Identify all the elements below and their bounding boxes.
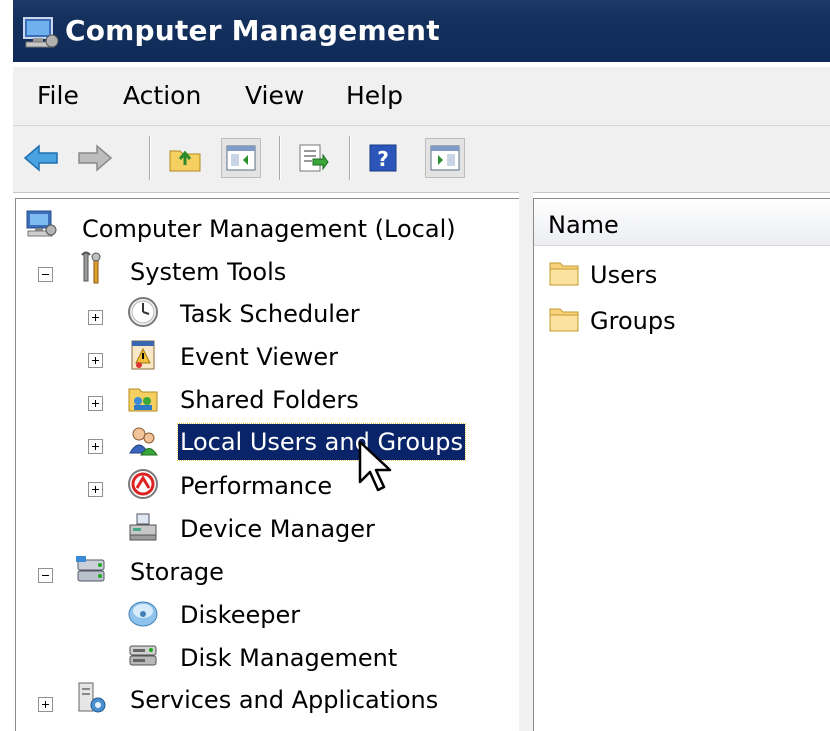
toolbar: ? xyxy=(13,126,830,193)
expand-icon[interactable] xyxy=(38,697,53,712)
folder-icon xyxy=(548,305,580,337)
window: Computer Management File Action View Hel… xyxy=(13,0,830,731)
toolbar-separator xyxy=(349,136,351,180)
disk-management-icon xyxy=(126,639,160,673)
expand-icon[interactable] xyxy=(88,482,103,497)
device-manager-icon xyxy=(126,510,160,544)
expand-icon[interactable] xyxy=(88,353,103,368)
tree-item-shared-folders[interactable]: Shared Folders xyxy=(178,382,361,418)
tree-item-performance[interactable]: Performance xyxy=(178,468,334,504)
tree-item-services-and-applications[interactable]: Services and Applications xyxy=(128,682,440,718)
tree-item-event-viewer[interactable]: Event Viewer xyxy=(178,339,340,375)
list-item-label: Groups xyxy=(590,307,676,335)
show-hide-console-tree-icon[interactable] xyxy=(221,138,261,178)
event-viewer-icon xyxy=(126,338,160,372)
list-item-label: Users xyxy=(590,261,658,289)
menu-help[interactable]: Help xyxy=(346,81,403,110)
window-title: Computer Management xyxy=(65,14,440,47)
show-hide-action-pane-icon[interactable] xyxy=(425,138,465,178)
console-tree: Computer Management (Local) System Tools… xyxy=(15,198,520,731)
list-item[interactable]: Groups xyxy=(548,301,678,341)
mouse-cursor-icon xyxy=(358,440,394,498)
help-icon[interactable]: ? xyxy=(363,138,403,178)
menu-file[interactable]: File xyxy=(37,81,79,110)
title-bar[interactable]: Computer Management xyxy=(13,0,830,62)
menu-bar: File Action View Help xyxy=(13,66,830,126)
tree-item-device-manager[interactable]: Device Manager xyxy=(178,511,377,547)
collapse-icon[interactable] xyxy=(38,267,53,282)
column-header-name[interactable]: Name xyxy=(534,199,830,246)
computer-management-icon xyxy=(24,207,58,241)
tree-item-task-scheduler[interactable]: Task Scheduler xyxy=(178,296,362,332)
expand-icon[interactable] xyxy=(88,396,103,411)
list-item[interactable]: Users xyxy=(548,255,659,295)
results-pane: Name Users Groups xyxy=(533,198,830,731)
menu-view[interactable]: View xyxy=(245,81,304,110)
task-scheduler-icon xyxy=(126,295,160,329)
back-arrow-icon[interactable] xyxy=(21,138,61,178)
tree-item-storage[interactable]: Storage xyxy=(128,554,226,590)
shared-folders-icon xyxy=(126,381,160,415)
performance-icon xyxy=(126,467,160,501)
expand-icon[interactable] xyxy=(88,439,103,454)
export-list-icon[interactable] xyxy=(293,138,333,178)
system-tools-icon xyxy=(74,251,108,285)
folder-icon xyxy=(548,259,580,291)
pane-splitter[interactable] xyxy=(519,192,533,731)
forward-arrow-icon[interactable] xyxy=(75,138,115,178)
menu-action[interactable]: Action xyxy=(123,81,201,110)
local-users-groups-icon xyxy=(126,424,160,458)
toolbar-separator xyxy=(279,136,281,180)
expand-icon[interactable] xyxy=(88,310,103,325)
tree-item-local-users-and-groups[interactable]: Local Users and Groups xyxy=(176,423,467,461)
svg-text:?: ? xyxy=(377,147,389,171)
computer-management-icon xyxy=(21,16,59,54)
collapse-icon[interactable] xyxy=(38,568,53,583)
tree-item-diskeeper[interactable]: Diskeeper xyxy=(178,597,302,633)
tree-item-system-tools[interactable]: System Tools xyxy=(128,254,288,290)
toolbar-separator xyxy=(149,136,151,180)
services-applications-icon xyxy=(74,681,108,715)
tree-item-computer-management-local[interactable]: Computer Management (Local) xyxy=(80,211,458,247)
tree-item-disk-management[interactable]: Disk Management xyxy=(178,640,399,676)
up-folder-icon[interactable] xyxy=(165,138,205,178)
diskeeper-icon xyxy=(126,596,160,630)
storage-icon xyxy=(74,553,108,587)
column-header-label: Name xyxy=(548,211,619,239)
